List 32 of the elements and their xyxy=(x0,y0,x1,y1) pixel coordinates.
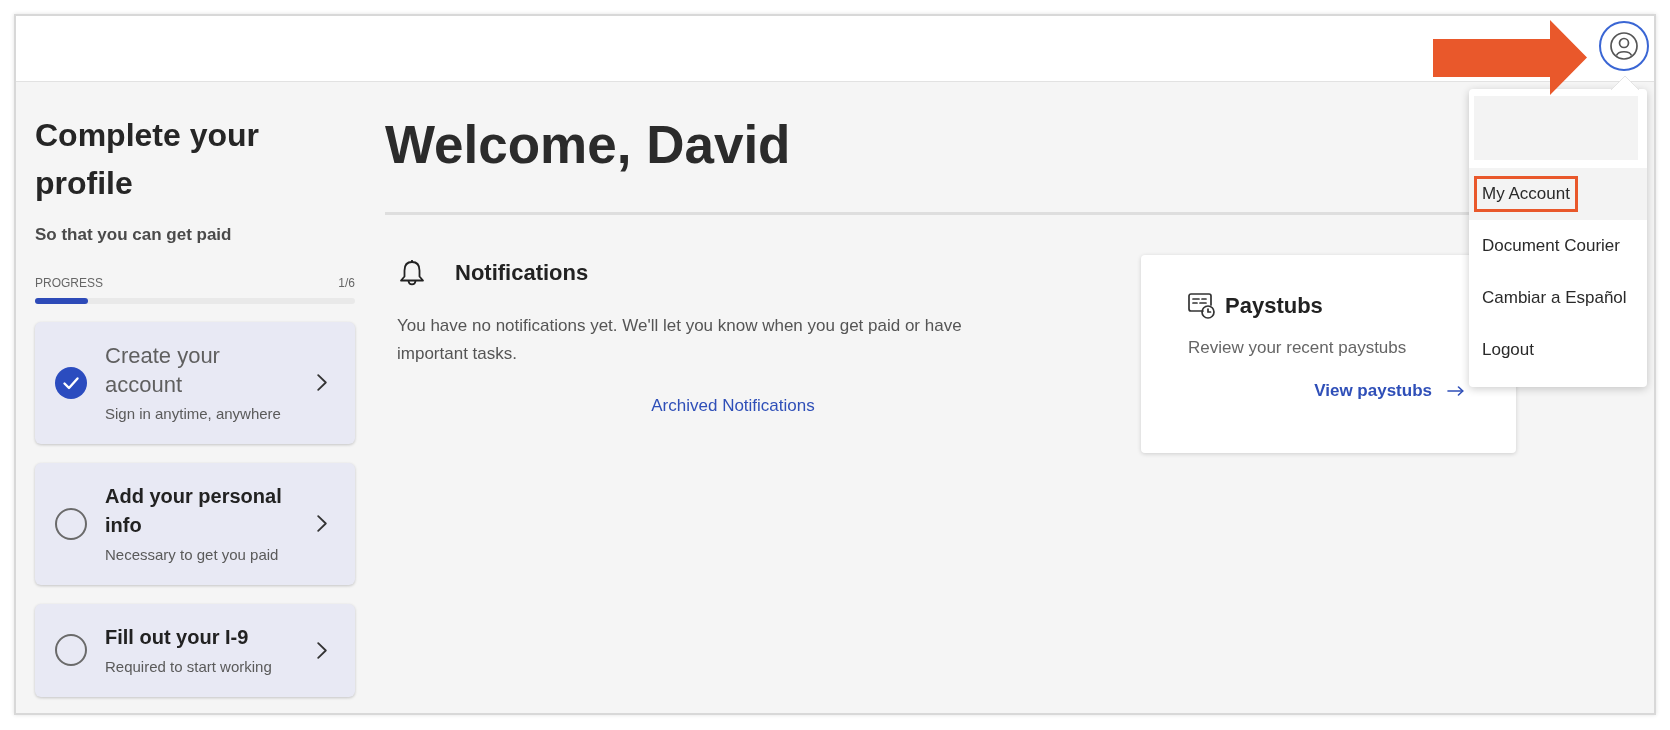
bell-icon xyxy=(399,259,425,287)
sidebar-title: Complete your profile xyxy=(35,116,261,203)
chevron-right-icon xyxy=(317,641,327,659)
paystubs-description: Review your recent paystubs xyxy=(1188,337,1408,359)
step-card[interactable]: Add your personal info Necessary to get you paid xyxy=(35,463,355,585)
step-subtitle: Necessary to get you paid xyxy=(105,545,280,565)
notifications-title: Notifications xyxy=(455,259,589,287)
view-paystubs-link[interactable]: View paystubs xyxy=(1314,379,1464,403)
menu-item[interactable]: Logout xyxy=(1469,324,1647,376)
welcome-heading: Welcome, David xyxy=(385,115,792,175)
menu-item[interactable]: Document Courier xyxy=(1469,220,1647,272)
step-card[interactable]: Fill out your I-9 Required to start working xyxy=(35,604,355,697)
step-subtitle: Sign in anytime, anywhere xyxy=(105,404,282,424)
notifications-message: You have no notifications yet. We'll let you know when you get paid or have important tasks. xyxy=(397,315,963,365)
profile-button[interactable] xyxy=(1599,21,1649,71)
arrow-right-icon xyxy=(1447,386,1464,396)
menu-item[interactable]: My Account xyxy=(1469,168,1647,220)
user-icon xyxy=(1610,32,1638,60)
step-title: Add your personal info xyxy=(105,484,283,538)
progress-count: 1/6 xyxy=(338,275,355,291)
step-card[interactable]: Create your account Sign in anytime, anywhere xyxy=(35,322,355,444)
step-title: Fill out your I-9 xyxy=(105,625,250,650)
progress-label: PROGRESS xyxy=(35,275,103,291)
paystubs-title: Paystubs xyxy=(1225,292,1323,320)
chevron-right-icon xyxy=(317,374,327,391)
step-subtitle: Required to start working xyxy=(105,657,273,677)
step-title: Create your account xyxy=(105,342,221,399)
archived-notifications-link[interactable]: Archived Notifications xyxy=(651,394,815,418)
chevron-right-icon xyxy=(317,515,327,532)
document-clock-icon xyxy=(1188,293,1215,319)
sidebar-subtitle: So that you can get paid xyxy=(35,224,233,246)
menu-item[interactable]: Cambiar a Español xyxy=(1469,272,1647,324)
